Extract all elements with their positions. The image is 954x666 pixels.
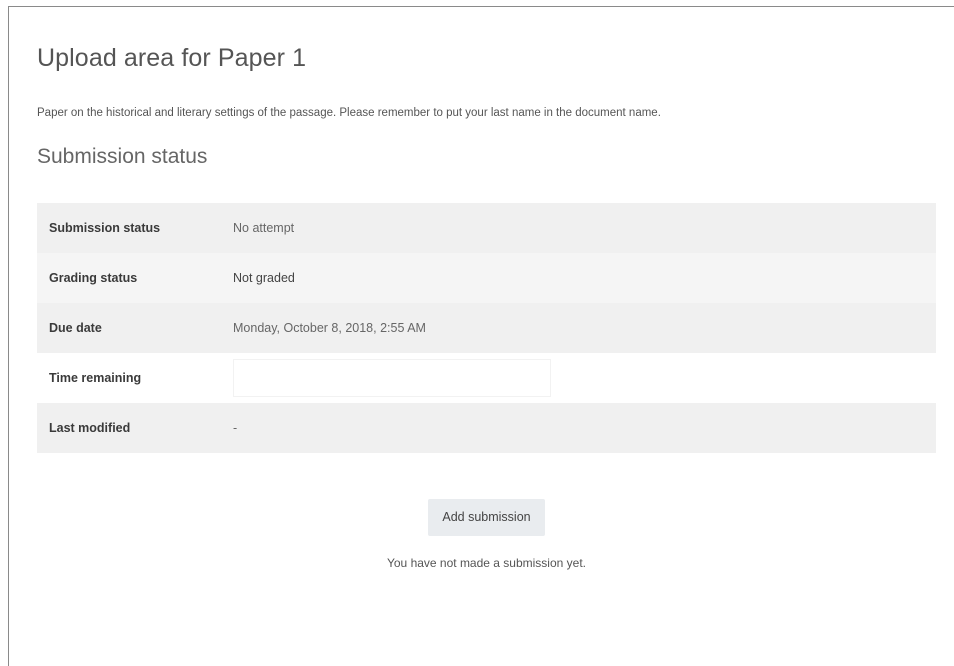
table-row: Time remaining (37, 353, 936, 403)
table-row: Due date Monday, October 8, 2018, 2:55 A… (37, 303, 936, 353)
submission-status-heading: Submission status (37, 145, 208, 168)
last-modified-value: - (229, 403, 936, 453)
submission-actions: Add submission You have not made a submi… (37, 499, 936, 570)
add-submission-button[interactable]: Add submission (428, 499, 545, 536)
due-date-value: Monday, October 8, 2018, 2:55 AM (229, 303, 936, 353)
grading-status-label: Grading status (37, 253, 229, 303)
last-modified-label: Last modified (37, 403, 229, 453)
submission-status-table: Submission status No attempt Grading sta… (37, 203, 936, 453)
page-title: Upload area for Paper 1 (37, 44, 307, 72)
assignment-description: Paper on the historical and literary set… (37, 107, 661, 119)
table-row: Submission status No attempt (37, 203, 936, 253)
no-submission-notice: You have not made a submission yet. (386, 556, 586, 570)
grading-status-value: Not graded (229, 253, 936, 303)
time-remaining-value (229, 353, 936, 403)
table-row: Grading status Not graded (37, 253, 936, 303)
due-date-label: Due date (37, 303, 229, 353)
submission-status-value: No attempt (229, 203, 936, 253)
submission-status-label: Submission status (37, 203, 229, 253)
table-row: Last modified - (37, 403, 936, 453)
time-remaining-box (233, 359, 551, 397)
time-remaining-label: Time remaining (37, 353, 229, 403)
